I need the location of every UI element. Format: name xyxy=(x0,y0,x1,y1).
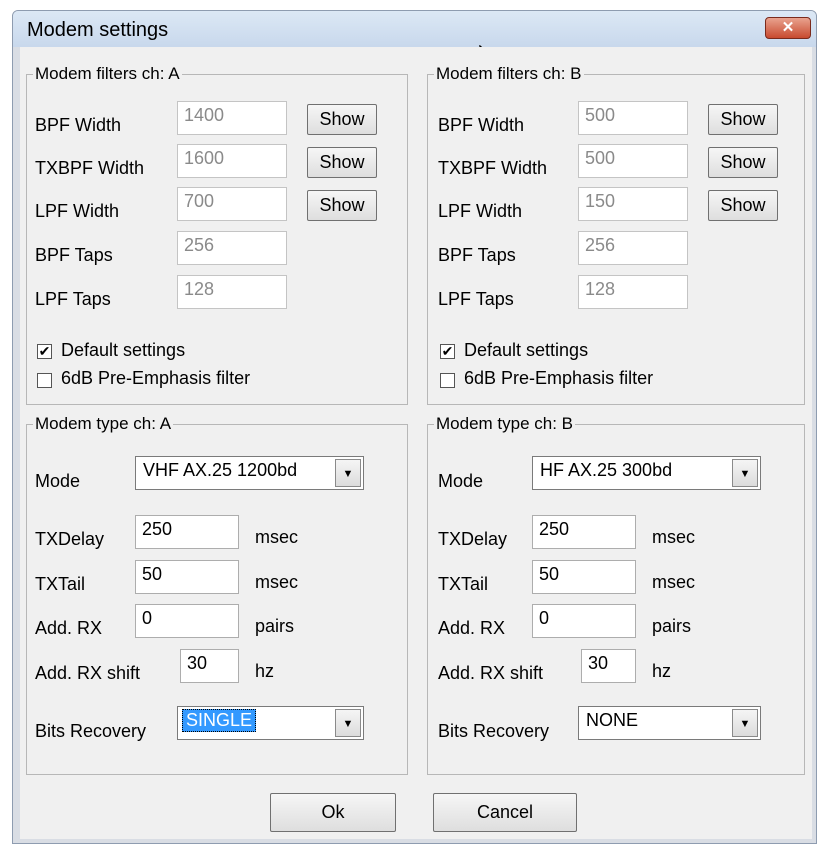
lpf-taps-field[interactable]: 128 xyxy=(177,275,287,309)
show-bpf-button[interactable]: Show xyxy=(307,104,377,135)
chevron-down-icon[interactable]: ▼ xyxy=(732,459,758,487)
show-lpf-button[interactable]: Show xyxy=(708,190,778,221)
txtail-label: TXTail xyxy=(438,574,489,594)
preemphasis-checkbox[interactable] xyxy=(440,373,455,388)
txtail-unit: msec xyxy=(255,572,299,592)
add-rx-field[interactable]: 0 xyxy=(532,604,636,638)
add-rx-shift-field[interactable]: 30 xyxy=(581,649,636,683)
bpf-width-label: BPF Width xyxy=(438,115,525,135)
mode-value: VHF AX.25 1200bd xyxy=(143,460,298,480)
bits-recovery-value: NONE xyxy=(586,710,639,730)
add-rx-field[interactable]: 0 xyxy=(135,604,239,638)
default-settings-checkbox[interactable]: ✔ xyxy=(37,344,52,359)
bpf-taps-field[interactable]: 256 xyxy=(578,231,688,265)
bits-recovery-value: SINGLE xyxy=(182,709,257,732)
add-rx-shift-label: Add. RX shift xyxy=(35,663,141,683)
add-rx-unit: pairs xyxy=(652,616,692,636)
group-modem-type-a: Modem type ch: A Mode VHF AX.25 1200bd ▼… xyxy=(26,414,408,775)
group-modem-type-b: Modem type ch: B Mode HF AX.25 300bd ▼ T… xyxy=(427,414,805,775)
window-title: Modem settings xyxy=(27,19,169,41)
preemphasis-label: 6dB Pre-Emphasis filter xyxy=(464,368,654,388)
lpf-width-label: LPF Width xyxy=(438,201,523,221)
group-legend: Modem filters ch: A xyxy=(33,64,182,84)
show-txbpf-button[interactable]: Show xyxy=(708,147,778,178)
chevron-down-icon[interactable]: ▼ xyxy=(335,459,361,487)
cancel-button[interactable]: Cancel xyxy=(433,793,577,832)
group-modem-filters-b: Modem filters ch: B BPF Width 500 Show T… xyxy=(427,64,805,405)
default-settings-checkbox[interactable]: ✔ xyxy=(440,344,455,359)
lpf-width-field[interactable]: 700 xyxy=(177,187,287,221)
bpf-taps-label: BPF Taps xyxy=(438,245,516,265)
txdelay-unit: msec xyxy=(652,527,696,547)
group-modem-filters-a: Modem filters ch: A BPF Width 1400 Show … xyxy=(26,64,408,405)
bits-recovery-label: Bits Recovery xyxy=(438,721,550,741)
bpf-width-field[interactable]: 1400 xyxy=(177,101,287,135)
mode-label: Mode xyxy=(438,471,484,491)
mode-select[interactable]: HF AX.25 300bd ▼ xyxy=(532,456,761,490)
lpf-taps-label: LPF Taps xyxy=(438,289,514,309)
show-lpf-button[interactable]: Show xyxy=(307,190,377,221)
close-button[interactable]: ✕ xyxy=(765,17,811,39)
add-rx-shift-field[interactable]: 30 xyxy=(180,649,239,683)
bpf-taps-label: BPF Taps xyxy=(35,245,113,265)
show-bpf-button[interactable]: Show xyxy=(708,104,778,135)
default-settings-label: Default settings xyxy=(464,340,589,360)
modem-settings-window: Modem settings ✕ Modem filters ch: A BPF… xyxy=(12,10,817,844)
add-rx-label: Add. RX xyxy=(35,618,103,638)
mode-value: HF AX.25 300bd xyxy=(540,460,673,480)
add-rx-label: Add. RX xyxy=(438,618,506,638)
txtail-unit: msec xyxy=(652,572,696,592)
txdelay-label: TXDelay xyxy=(35,529,105,549)
lpf-taps-label: LPF Taps xyxy=(35,289,111,309)
bpf-width-field[interactable]: 500 xyxy=(578,101,688,135)
ok-button[interactable]: Ok xyxy=(270,793,396,832)
chevron-down-icon[interactable]: ▼ xyxy=(732,709,758,737)
show-txbpf-button[interactable]: Show xyxy=(307,147,377,178)
bits-recovery-select[interactable]: SINGLE ▼ xyxy=(177,706,364,740)
txdelay-unit: msec xyxy=(255,527,299,547)
group-legend: Modem type ch: A xyxy=(33,414,174,434)
group-legend: Modem filters ch: B xyxy=(434,64,584,84)
mode-select[interactable]: VHF AX.25 1200bd ▼ xyxy=(135,456,364,490)
txdelay-field[interactable]: 250 xyxy=(135,515,239,549)
bpf-taps-field[interactable]: 256 xyxy=(177,231,287,265)
close-icon: ✕ xyxy=(781,19,795,36)
lpf-width-label: LPF Width xyxy=(35,201,120,221)
txbpf-width-label: TXBPF Width xyxy=(35,158,145,178)
mode-label: Mode xyxy=(35,471,81,491)
add-rx-shift-label: Add. RX shift xyxy=(438,663,544,683)
txdelay-field[interactable]: 250 xyxy=(532,515,636,549)
add-rx-shift-unit: hz xyxy=(652,661,672,681)
add-rx-shift-unit: hz xyxy=(255,661,275,681)
bpf-width-label: BPF Width xyxy=(35,115,122,135)
txtail-label: TXTail xyxy=(35,574,86,594)
txbpf-width-field[interactable]: 500 xyxy=(578,144,688,178)
preemphasis-label: 6dB Pre-Emphasis filter xyxy=(61,368,251,388)
txtail-field[interactable]: 50 xyxy=(135,560,239,594)
txdelay-label: TXDelay xyxy=(438,529,508,549)
bits-recovery-select[interactable]: NONE ▼ xyxy=(578,706,761,740)
txtail-field[interactable]: 50 xyxy=(532,560,636,594)
title-bar[interactable]: Modem settings ✕ xyxy=(13,11,816,47)
preemphasis-checkbox[interactable] xyxy=(37,373,52,388)
lpf-width-field[interactable]: 150 xyxy=(578,187,688,221)
default-settings-label: Default settings xyxy=(61,340,186,360)
lpf-taps-field[interactable]: 128 xyxy=(578,275,688,309)
txbpf-width-label: TXBPF Width xyxy=(438,158,548,178)
chevron-down-icon[interactable]: ▼ xyxy=(335,709,361,737)
dialog-client-area: Modem filters ch: A BPF Width 1400 Show … xyxy=(20,47,812,839)
txbpf-width-field[interactable]: 1600 xyxy=(177,144,287,178)
bits-recovery-label: Bits Recovery xyxy=(35,721,147,741)
group-legend: Modem type ch: B xyxy=(434,414,576,434)
add-rx-unit: pairs xyxy=(255,616,295,636)
